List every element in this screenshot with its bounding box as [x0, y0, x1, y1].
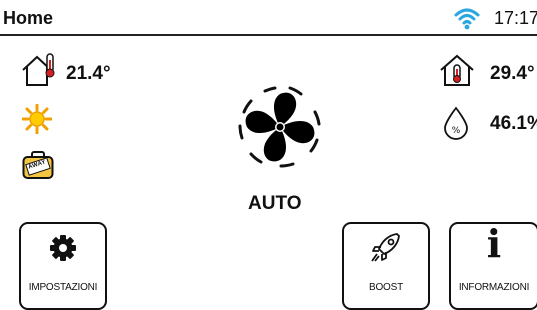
house-thermometer-icon	[440, 54, 474, 86]
boost-button[interactable]: BOOST	[342, 222, 430, 310]
fan-mode-label: AUTO	[248, 193, 302, 214]
status-bar: Home 17:17	[0, 0, 537, 36]
settings-button[interactable]: IMPOSTAZIONI	[19, 222, 107, 310]
suitcase-away-icon: AWAY	[22, 150, 54, 180]
outdoor-temperature: 29.4°	[490, 63, 535, 84]
settings-button-label: IMPOSTAZIONI	[28, 282, 98, 293]
indoor-temperature: 21.4°	[66, 63, 111, 84]
wifi-icon	[454, 8, 480, 30]
info-button-label: INFORMAZIONI	[458, 282, 530, 293]
boost-button-label: BOOST	[368, 282, 403, 293]
fan-icon	[238, 86, 321, 168]
humidity: 46.1%	[490, 113, 537, 134]
house-thermometer-icon	[22, 53, 55, 86]
info-icon: i	[486, 221, 502, 266]
svg-text:%: %	[452, 126, 461, 136]
sun-icon	[22, 104, 52, 134]
rocket-icon	[371, 233, 400, 262]
clock: 17:17	[494, 8, 537, 28]
gear-icon	[50, 235, 76, 261]
water-drop-percent-icon: %	[444, 106, 468, 140]
info-button[interactable]: i INFORMAZIONI	[449, 222, 537, 310]
page-title: Home	[3, 8, 54, 28]
